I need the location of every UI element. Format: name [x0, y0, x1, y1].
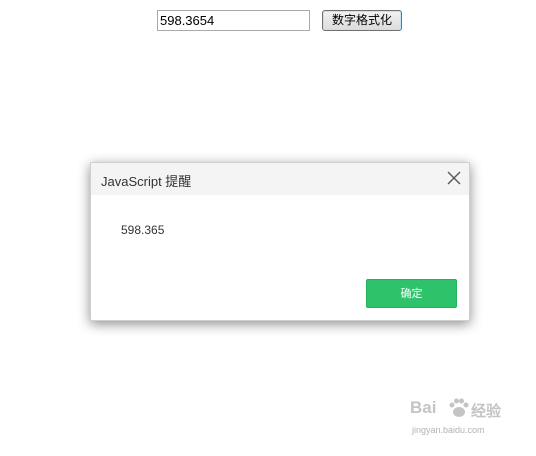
alert-dialog: JavaScript 提醒 598.365 确定 [90, 162, 470, 321]
number-input[interactable] [157, 10, 310, 31]
dialog-message: 598.365 [121, 223, 165, 237]
watermark-logo-text: Bai [410, 398, 437, 417]
format-number-button[interactable]: 数字格式化 [322, 10, 402, 31]
baidu-jingyan-watermark: Bai 经验 jingyan.baidu.com [410, 398, 528, 440]
watermark-url: jingyan.baidu.com [412, 425, 485, 435]
page: 数字格式化 JavaScript 提醒 598.365 确定 Bai [0, 0, 536, 456]
watermark-jingyan-text: 经验 [471, 402, 502, 420]
dialog-header: JavaScript 提醒 [91, 163, 469, 195]
ok-button[interactable]: 确定 [366, 279, 457, 308]
close-icon[interactable] [446, 170, 462, 186]
paw-icon [446, 395, 472, 425]
dialog-title: JavaScript 提醒 [101, 174, 192, 189]
